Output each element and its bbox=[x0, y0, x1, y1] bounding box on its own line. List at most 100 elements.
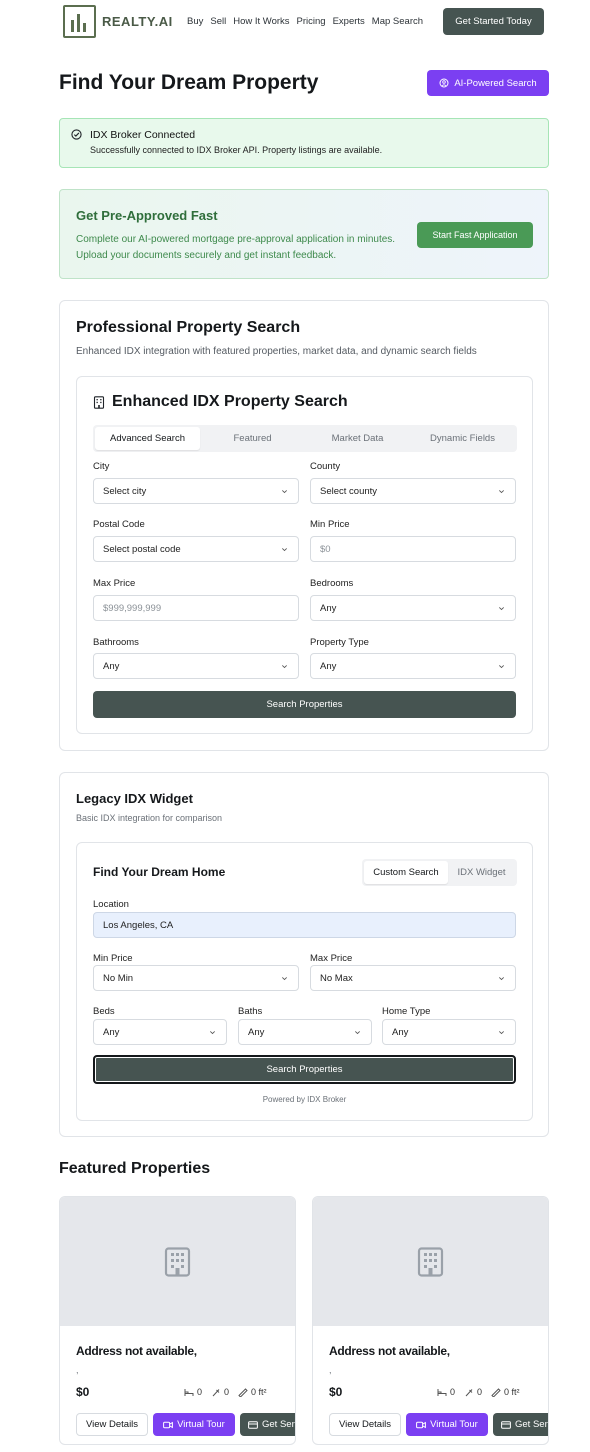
chevron-down-icon bbox=[355, 1031, 360, 1035]
home-type-label: Home Type bbox=[382, 1006, 431, 1017]
legacy-min-price-value: No Min bbox=[103, 972, 134, 984]
baths-select[interactable]: Any bbox=[238, 1019, 372, 1045]
chevron-down-icon bbox=[499, 607, 504, 611]
property-address: Address not available, bbox=[329, 1344, 450, 1358]
ai-powered-search-button[interactable]: AI-Powered Search bbox=[427, 70, 549, 96]
legacy-max-price-select[interactable]: No Max bbox=[310, 965, 516, 991]
bed-icon bbox=[437, 1388, 447, 1396]
get-senior-button[interactable]: Get Senior bbox=[493, 1413, 548, 1436]
page-title: Find Your Dream Property bbox=[59, 71, 319, 94]
ruler-icon bbox=[491, 1387, 501, 1397]
property-sqft: 0 ft² bbox=[504, 1387, 520, 1397]
view-details-button[interactable]: View Details bbox=[76, 1413, 148, 1436]
location-input[interactable]: Los Angeles, CA bbox=[93, 912, 516, 938]
tab-dynamic-fields[interactable]: Dynamic Fields bbox=[410, 427, 515, 450]
sparkle-icon bbox=[439, 78, 449, 88]
enhanced-idx-panel: Enhanced IDX Property Search Advanced Se… bbox=[76, 376, 533, 734]
property-card[interactable]: Address not available, , $0 0 0 0 ft² Vi… bbox=[312, 1196, 549, 1445]
brand-name: REALTY.AI bbox=[102, 14, 173, 29]
postal-code-select[interactable]: Select postal code bbox=[93, 536, 299, 562]
nav-link-sell[interactable]: Sell bbox=[210, 16, 226, 27]
building-icon bbox=[93, 395, 105, 409]
bath-icon bbox=[212, 1388, 220, 1396]
legacy-max-price-label: Max Price bbox=[310, 953, 353, 964]
virtual-tour-button[interactable]: Virtual Tour bbox=[153, 1413, 235, 1436]
property-stats: 0 0 0 ft² bbox=[184, 1387, 267, 1397]
building-icon bbox=[417, 1247, 444, 1277]
chevron-down-icon bbox=[282, 490, 287, 494]
postal-code-select-value: Select postal code bbox=[103, 543, 181, 555]
idx-connected-alert: IDX Broker Connected Successfully connec… bbox=[59, 118, 549, 168]
bedrooms-select[interactable]: Any bbox=[310, 595, 516, 621]
beds-select[interactable]: Any bbox=[93, 1019, 227, 1045]
preapproval-description: Complete our AI-powered mortgage pre-app… bbox=[76, 234, 396, 261]
property-type-select[interactable]: Any bbox=[310, 653, 516, 679]
home-type-select[interactable]: Any bbox=[382, 1019, 516, 1045]
preapproval-title: Get Pre-Approved Fast bbox=[76, 208, 218, 223]
beds-label: Beds bbox=[93, 1006, 115, 1017]
virtual-tour-button[interactable]: Virtual Tour bbox=[406, 1413, 488, 1436]
beds-select-value: Any bbox=[103, 1026, 120, 1038]
tab-featured[interactable]: Featured bbox=[200, 427, 305, 450]
property-price: $0 bbox=[329, 1385, 343, 1399]
property-card[interactable]: Address not available, , $0 0 0 0 ft² Vi… bbox=[59, 1196, 296, 1445]
tab-advanced-search[interactable]: Advanced Search bbox=[95, 427, 200, 450]
search-properties-button[interactable]: Search Properties bbox=[93, 691, 516, 718]
county-label: County bbox=[310, 461, 341, 472]
chevron-down-icon bbox=[499, 665, 504, 669]
max-price-input[interactable]: $999,999,999 bbox=[93, 595, 299, 621]
county-select[interactable]: Select county bbox=[310, 478, 516, 504]
county-select-value: Select county bbox=[320, 485, 378, 497]
property-price: $0 bbox=[76, 1385, 90, 1399]
nav-link-buy[interactable]: Buy bbox=[187, 16, 203, 27]
bath-icon bbox=[465, 1388, 473, 1396]
legacy-idx-card: Legacy IDX Widget Basic IDX integration … bbox=[59, 772, 549, 1137]
property-stats: 0 0 0 ft² bbox=[437, 1387, 520, 1397]
alert-title: IDX Broker Connected bbox=[90, 129, 196, 141]
property-image-placeholder bbox=[60, 1197, 295, 1326]
bathrooms-select[interactable]: Any bbox=[93, 653, 299, 679]
pro-search-title: Professional Property Search bbox=[76, 319, 301, 336]
alert-message: Successfully connected to IDX Broker API… bbox=[90, 145, 383, 155]
ruler-icon bbox=[238, 1387, 248, 1397]
legacy-search-properties-button[interactable]: Search Properties bbox=[93, 1055, 516, 1084]
virtual-tour-label: Virtual Tour bbox=[177, 1419, 225, 1430]
pro-search-subtitle: Enhanced IDX integration with featured p… bbox=[76, 346, 477, 357]
home-type-select-value: Any bbox=[392, 1026, 409, 1038]
legacy-max-price-value: No Max bbox=[320, 972, 353, 984]
get-senior-button[interactable]: Get Senior bbox=[240, 1413, 295, 1436]
tab-market-data[interactable]: Market Data bbox=[305, 427, 410, 450]
tab-idx-widget[interactable]: IDX Widget bbox=[448, 861, 515, 884]
legacy-widget-panel: Find Your Dream Home Custom Search IDX W… bbox=[76, 842, 533, 1121]
nav-link-pricing[interactable]: Pricing bbox=[297, 16, 326, 27]
ai-button-label: AI-Powered Search bbox=[454, 77, 537, 89]
nav-link-how-it-works[interactable]: How It Works bbox=[233, 16, 289, 27]
check-circle-icon bbox=[71, 129, 82, 140]
property-type-label: Property Type bbox=[310, 637, 369, 648]
video-camera-icon bbox=[163, 1421, 174, 1428]
bedrooms-select-value: Any bbox=[320, 602, 337, 614]
city-select[interactable]: Select city bbox=[93, 478, 299, 504]
postal-code-label: Postal Code bbox=[93, 519, 145, 530]
start-fast-application-button[interactable]: Start Fast Application bbox=[417, 222, 533, 248]
chevron-down-icon bbox=[210, 1031, 215, 1035]
baths-label: Baths bbox=[238, 1006, 263, 1017]
min-price-input[interactable]: $0 bbox=[310, 536, 516, 562]
legacy-min-price-select[interactable]: No Min bbox=[93, 965, 299, 991]
property-address: Address not available, bbox=[76, 1344, 197, 1358]
min-price-label: Min Price bbox=[310, 519, 350, 530]
city-label: City bbox=[93, 461, 110, 472]
chevron-down-icon bbox=[282, 977, 287, 981]
chevron-down-icon bbox=[499, 490, 504, 494]
legacy-subtitle: Basic IDX integration for comparison bbox=[76, 813, 223, 823]
building-icon bbox=[164, 1247, 191, 1277]
view-details-button[interactable]: View Details bbox=[329, 1413, 401, 1436]
property-actions: View Details Virtual Tour Get Senior bbox=[76, 1413, 295, 1436]
get-started-button[interactable]: Get Started Today bbox=[443, 8, 544, 35]
chevron-down-icon bbox=[499, 1031, 504, 1035]
nav-link-map-search[interactable]: Map Search bbox=[372, 16, 423, 27]
tab-custom-search[interactable]: Custom Search bbox=[364, 861, 448, 884]
logo[interactable]: REALTY.AI bbox=[63, 5, 173, 38]
nav-link-experts[interactable]: Experts bbox=[333, 16, 365, 27]
property-baths: 0 bbox=[477, 1387, 483, 1397]
